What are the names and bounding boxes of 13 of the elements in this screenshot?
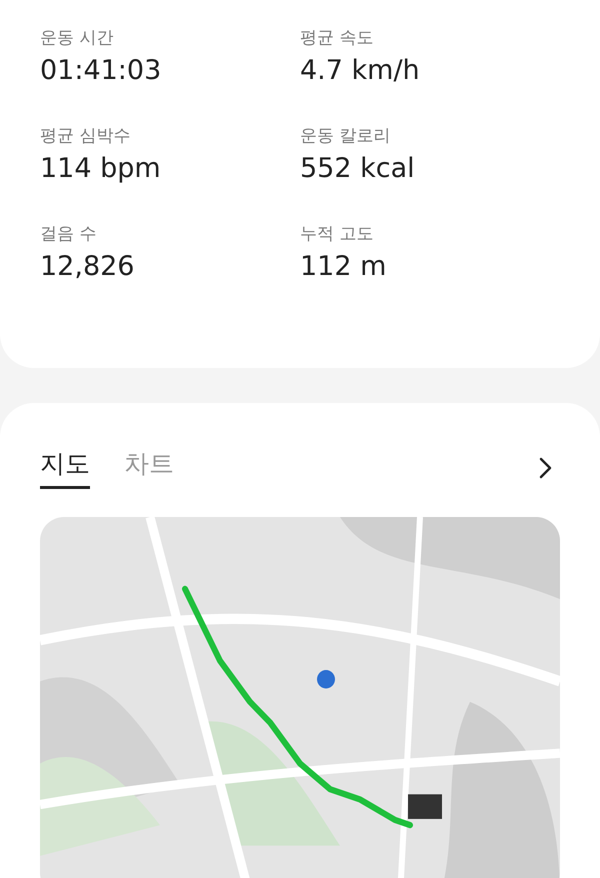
stat-label: 운동 칼로리: [300, 125, 392, 147]
stat-label: 걸음 수: [40, 223, 98, 245]
stat-label: 운동 시간: [40, 27, 114, 49]
tab[interactable]: 지도: [40, 447, 90, 489]
stat-label: 평균 심박수: [40, 125, 132, 147]
stat-value: 4.7 km/h: [300, 55, 421, 86]
stat-label: 누적 고도: [300, 223, 374, 245]
stat-value: 112 m: [300, 251, 388, 282]
stat-value: 01:41:03: [40, 55, 162, 86]
stat-value: 12,826: [40, 251, 136, 282]
stat-value: 114 bpm: [40, 153, 162, 184]
stat-label: 평균 속도: [300, 27, 374, 49]
stat-value: 552 kcal: [300, 153, 416, 184]
